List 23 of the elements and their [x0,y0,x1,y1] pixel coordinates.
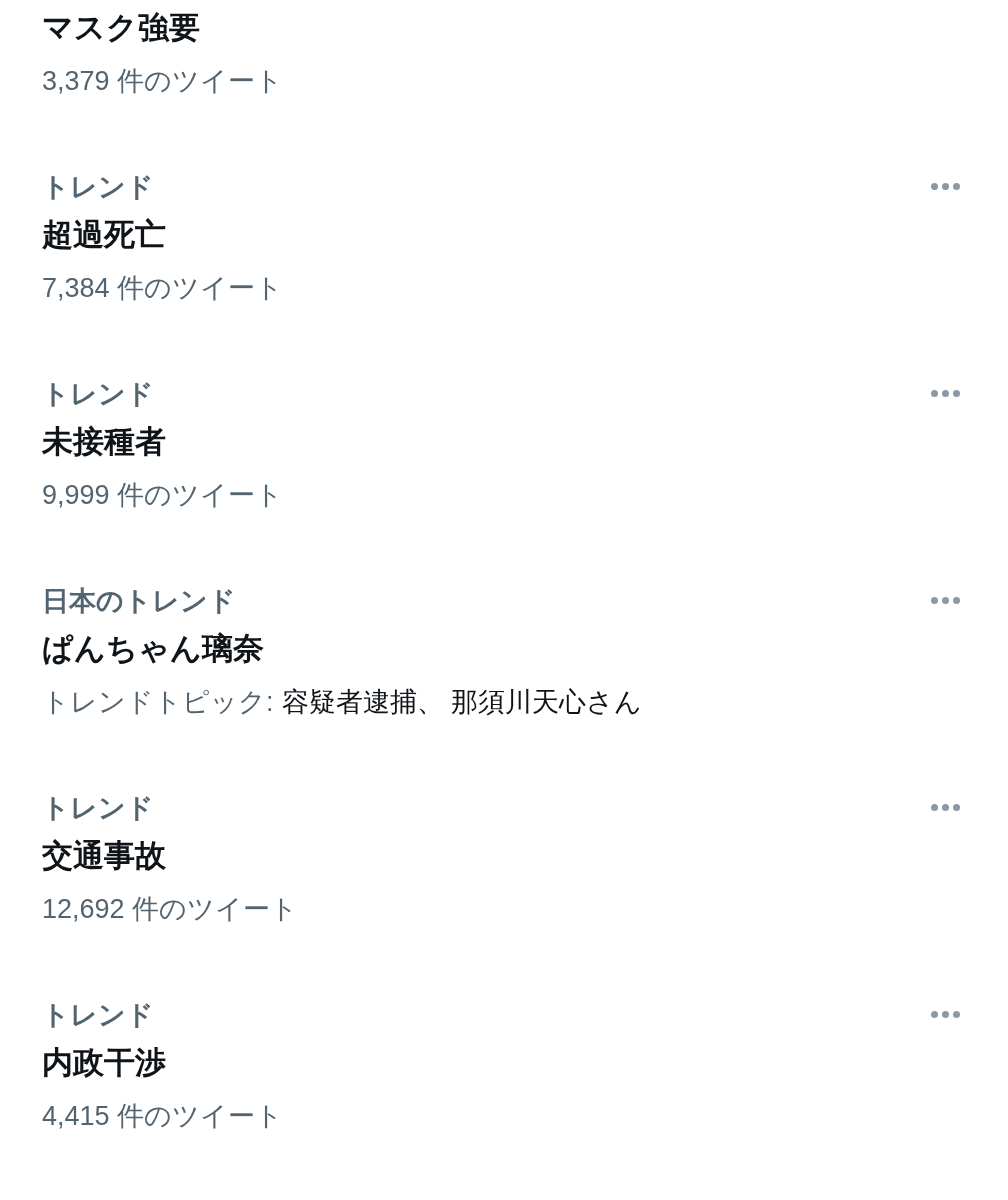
more-options-icon[interactable] [929,388,962,399]
more-options-icon[interactable] [929,1009,962,1020]
tweet-count: 7,384 件のツイート [42,274,284,302]
trend-title[interactable]: 内政干渉 [42,1047,166,1078]
trend-category: トレンド [42,380,154,408]
trend-topics: 容疑者逮捕、 那須川天心さん [281,688,643,716]
trend-category: 日本のトレンド [42,587,236,615]
tweet-count: 12,692 件のツイート [42,895,299,923]
trend-category: トレンド [42,173,154,201]
trend-category: トレンド [42,1001,154,1029]
trend-title[interactable]: 超過死亡 [42,219,166,250]
trend-title[interactable]: 交通事故 [42,840,166,871]
trend-topic-label: トレンドトピック: [42,688,274,716]
tweet-count: 4,415 件のツイート [42,1102,284,1130]
trend-title[interactable]: ぱんちゃん璃奈 [42,633,264,664]
more-options-icon[interactable] [929,181,962,192]
tweet-count: 3,379 件のツイート [42,67,284,95]
tweet-count: 9,999 件のツイート [42,481,284,509]
more-options-icon[interactable] [929,595,962,606]
trend-title[interactable]: マスク強要 [42,12,200,43]
more-options-icon[interactable] [929,802,962,813]
trend-title[interactable]: 未接種者 [42,426,166,457]
trend-category: トレンド [42,794,154,822]
